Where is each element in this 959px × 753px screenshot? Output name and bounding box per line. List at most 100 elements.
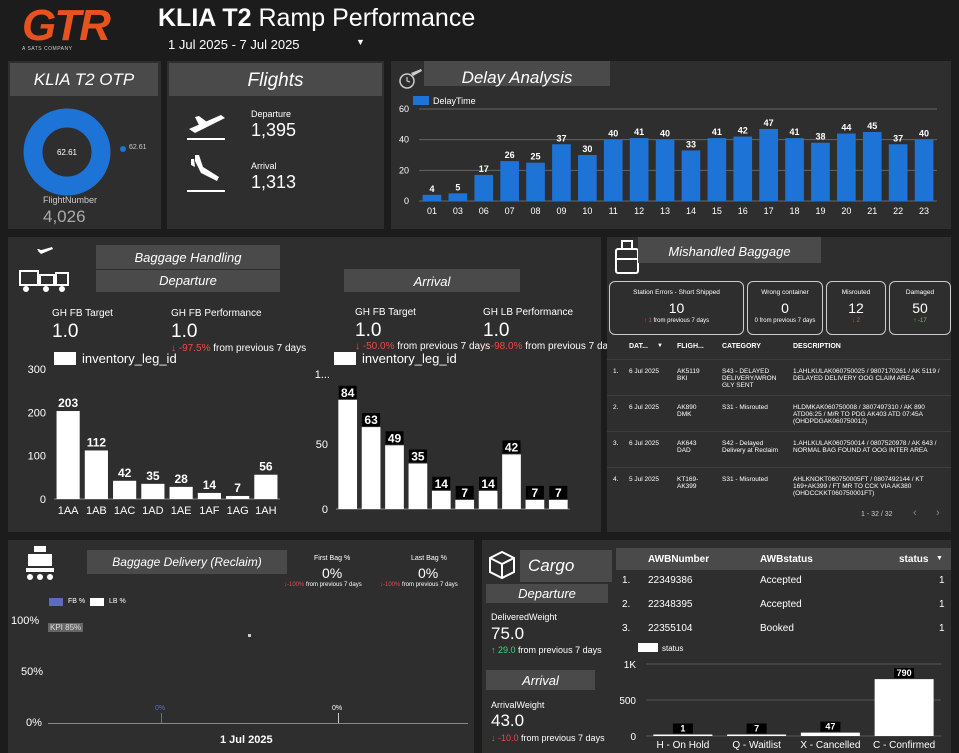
cargo-title: Cargo	[520, 550, 612, 582]
card-title: Wrong container	[761, 289, 809, 296]
bar	[254, 474, 278, 499]
col-category-header[interactable]: CATEGORY	[722, 343, 761, 350]
first-bag-delta-line: ↓-100% from previous 7 days	[284, 582, 362, 588]
row-status-count: 1	[939, 599, 945, 610]
bar	[707, 138, 727, 201]
x-tick-label: 1AD	[142, 505, 163, 517]
col-awb-number[interactable]: AWBNumber	[648, 554, 709, 565]
sort-down-icon[interactable]: ▼	[936, 555, 943, 562]
otp-panel: KLIA T2 OTP 62.61 62.61 FlightNumber 4,0…	[8, 61, 161, 229]
x-tick-label: 08	[531, 206, 541, 216]
col-description-header[interactable]: DESCRIPTION	[793, 343, 841, 350]
card-delta: 0 from previous 7 days	[754, 318, 816, 324]
table-row[interactable]: 3. 6 Jul 2025 AK643 DAD S42 - Delayed De…	[607, 431, 951, 467]
bar	[455, 499, 475, 509]
arr-perf-value: 1.0	[483, 320, 510, 341]
legend-swatch	[334, 352, 356, 365]
bar	[113, 480, 137, 499]
table-row[interactable]: 2. 22348395 Accepted 1	[616, 594, 951, 618]
last-bag-suffix: from previous 7 days	[400, 582, 458, 588]
row-awb-status: Booked	[760, 623, 794, 634]
card-delta: ↑ 1 from previous 7 days	[643, 318, 710, 324]
table-row[interactable]: 1. 22349386 Accepted 1	[616, 570, 951, 594]
dep-target-label: GH FB Target	[52, 308, 113, 319]
y-tick-label: 20	[399, 165, 409, 175]
arr-weight-value: 43.0	[491, 711, 525, 730]
prev-page-icon[interactable]: ‹	[913, 507, 917, 519]
mishandled-rows: 1. 6 Jul 2025 AK5119 BKI S43 - DELAYED D…	[607, 359, 951, 503]
date-range-picker[interactable]: 1 Jul 2025 - 7 Jul 2025 ▼	[168, 37, 368, 53]
bar	[785, 138, 804, 201]
date-range-text: 1 Jul 2025 - 7 Jul 2025	[168, 37, 300, 52]
row-date: 6 Jul 2025	[629, 440, 659, 447]
arrival-label: Arrival	[251, 161, 277, 171]
row-date: 6 Jul 2025	[629, 368, 659, 375]
data-label: 14	[203, 478, 217, 492]
x-tick-label: 16	[738, 206, 748, 216]
bar	[837, 133, 856, 201]
row-index: 2.	[613, 404, 619, 411]
next-page-icon[interactable]: ›	[936, 507, 940, 519]
row-index: 1.	[613, 368, 619, 375]
x-tick-label: 1AE	[171, 505, 192, 517]
last-bag-delta: -100%	[383, 582, 401, 588]
card-title: Station Errors - Short Shipped	[633, 289, 720, 296]
table-row[interactable]: 4. 5 Jul 2025 KT169- AK399 S31 - Misrout…	[607, 467, 951, 503]
bar	[502, 454, 521, 509]
y-tick-label: 0	[630, 732, 636, 743]
sort-down-icon[interactable]: ▼	[657, 343, 663, 349]
bar	[862, 132, 882, 201]
row-index: 4.	[613, 476, 619, 483]
data-label: 203	[58, 396, 78, 410]
page-title-bold: KLIA T2	[158, 4, 252, 32]
data-label: 41	[712, 127, 722, 137]
data-label: 26	[505, 150, 515, 160]
data-label: 42	[505, 440, 519, 454]
arr-target-value: 1.0	[355, 320, 382, 341]
table-row[interactable]: 3. 22355104 Booked 1	[616, 618, 951, 642]
data-label: 84	[341, 386, 355, 400]
bar	[408, 463, 428, 509]
baggage-departure-title: Departure	[96, 270, 280, 292]
bar	[385, 445, 404, 509]
chevron-down-icon: ▼	[356, 37, 365, 47]
col-date-header[interactable]: DAT...	[629, 343, 648, 350]
awb-table-header: AWBNumber AWBstatus status ▼	[616, 548, 951, 570]
col-awb-status[interactable]: AWBstatus	[760, 554, 813, 565]
mishandled-table: DAT... ▼ FLIGH... CATEGORY DESCRIPTION 1…	[607, 337, 951, 503]
row-description: HLDMKAK060750008 / 3807497310 / AK 890 A…	[793, 404, 925, 425]
y-label-0: 0%	[26, 717, 42, 729]
legend-swatch	[54, 352, 76, 365]
lb-point-tick	[338, 713, 339, 723]
col-status[interactable]: status	[899, 554, 928, 565]
legend-label: inventory_leg_id	[362, 351, 457, 366]
bar	[759, 128, 778, 201]
card-title: Misrouted	[841, 289, 871, 296]
row-index: 3.	[613, 440, 619, 447]
bar	[361, 427, 381, 509]
y-tick-label: 200	[28, 407, 46, 419]
x-tick-label: H - On Hold	[656, 740, 709, 751]
x-tick-label: 13	[660, 206, 670, 216]
col-flight-header[interactable]: FLIGH...	[677, 343, 704, 350]
data-label: 7	[555, 486, 562, 500]
legend-swatch	[638, 643, 658, 652]
table-row[interactable]: 1. 6 Jul 2025 AK5119 BKI S43 - DELAYED D…	[607, 359, 951, 395]
delivery-panel: Baggage Delivery (Reclaim) First Bag % 0…	[8, 540, 474, 753]
legend-lb-swatch	[90, 598, 104, 606]
arr-weight-delta-line: ↓ -10.0 from previous 7 days	[491, 733, 605, 743]
bar	[811, 142, 830, 201]
x-tick-label: 10	[582, 206, 592, 216]
y-tick-label: 100	[28, 451, 46, 463]
y-tick-label: 50	[316, 439, 328, 451]
bar	[629, 138, 649, 201]
kpi-badge: KPI 85%	[48, 623, 84, 632]
x-tick-label: 21	[867, 206, 877, 216]
table-row[interactable]: 2. 6 Jul 2025 AK890 DMK S31 - Misrouted …	[607, 395, 951, 431]
data-label: 28	[174, 472, 188, 486]
card-value: 50	[912, 300, 928, 316]
card-delta: ↑ -17	[913, 318, 927, 324]
delivery-axis	[48, 723, 468, 724]
x-tick-label: 22	[893, 206, 903, 216]
x-axis-label: 1 Jul 2025	[220, 734, 273, 746]
